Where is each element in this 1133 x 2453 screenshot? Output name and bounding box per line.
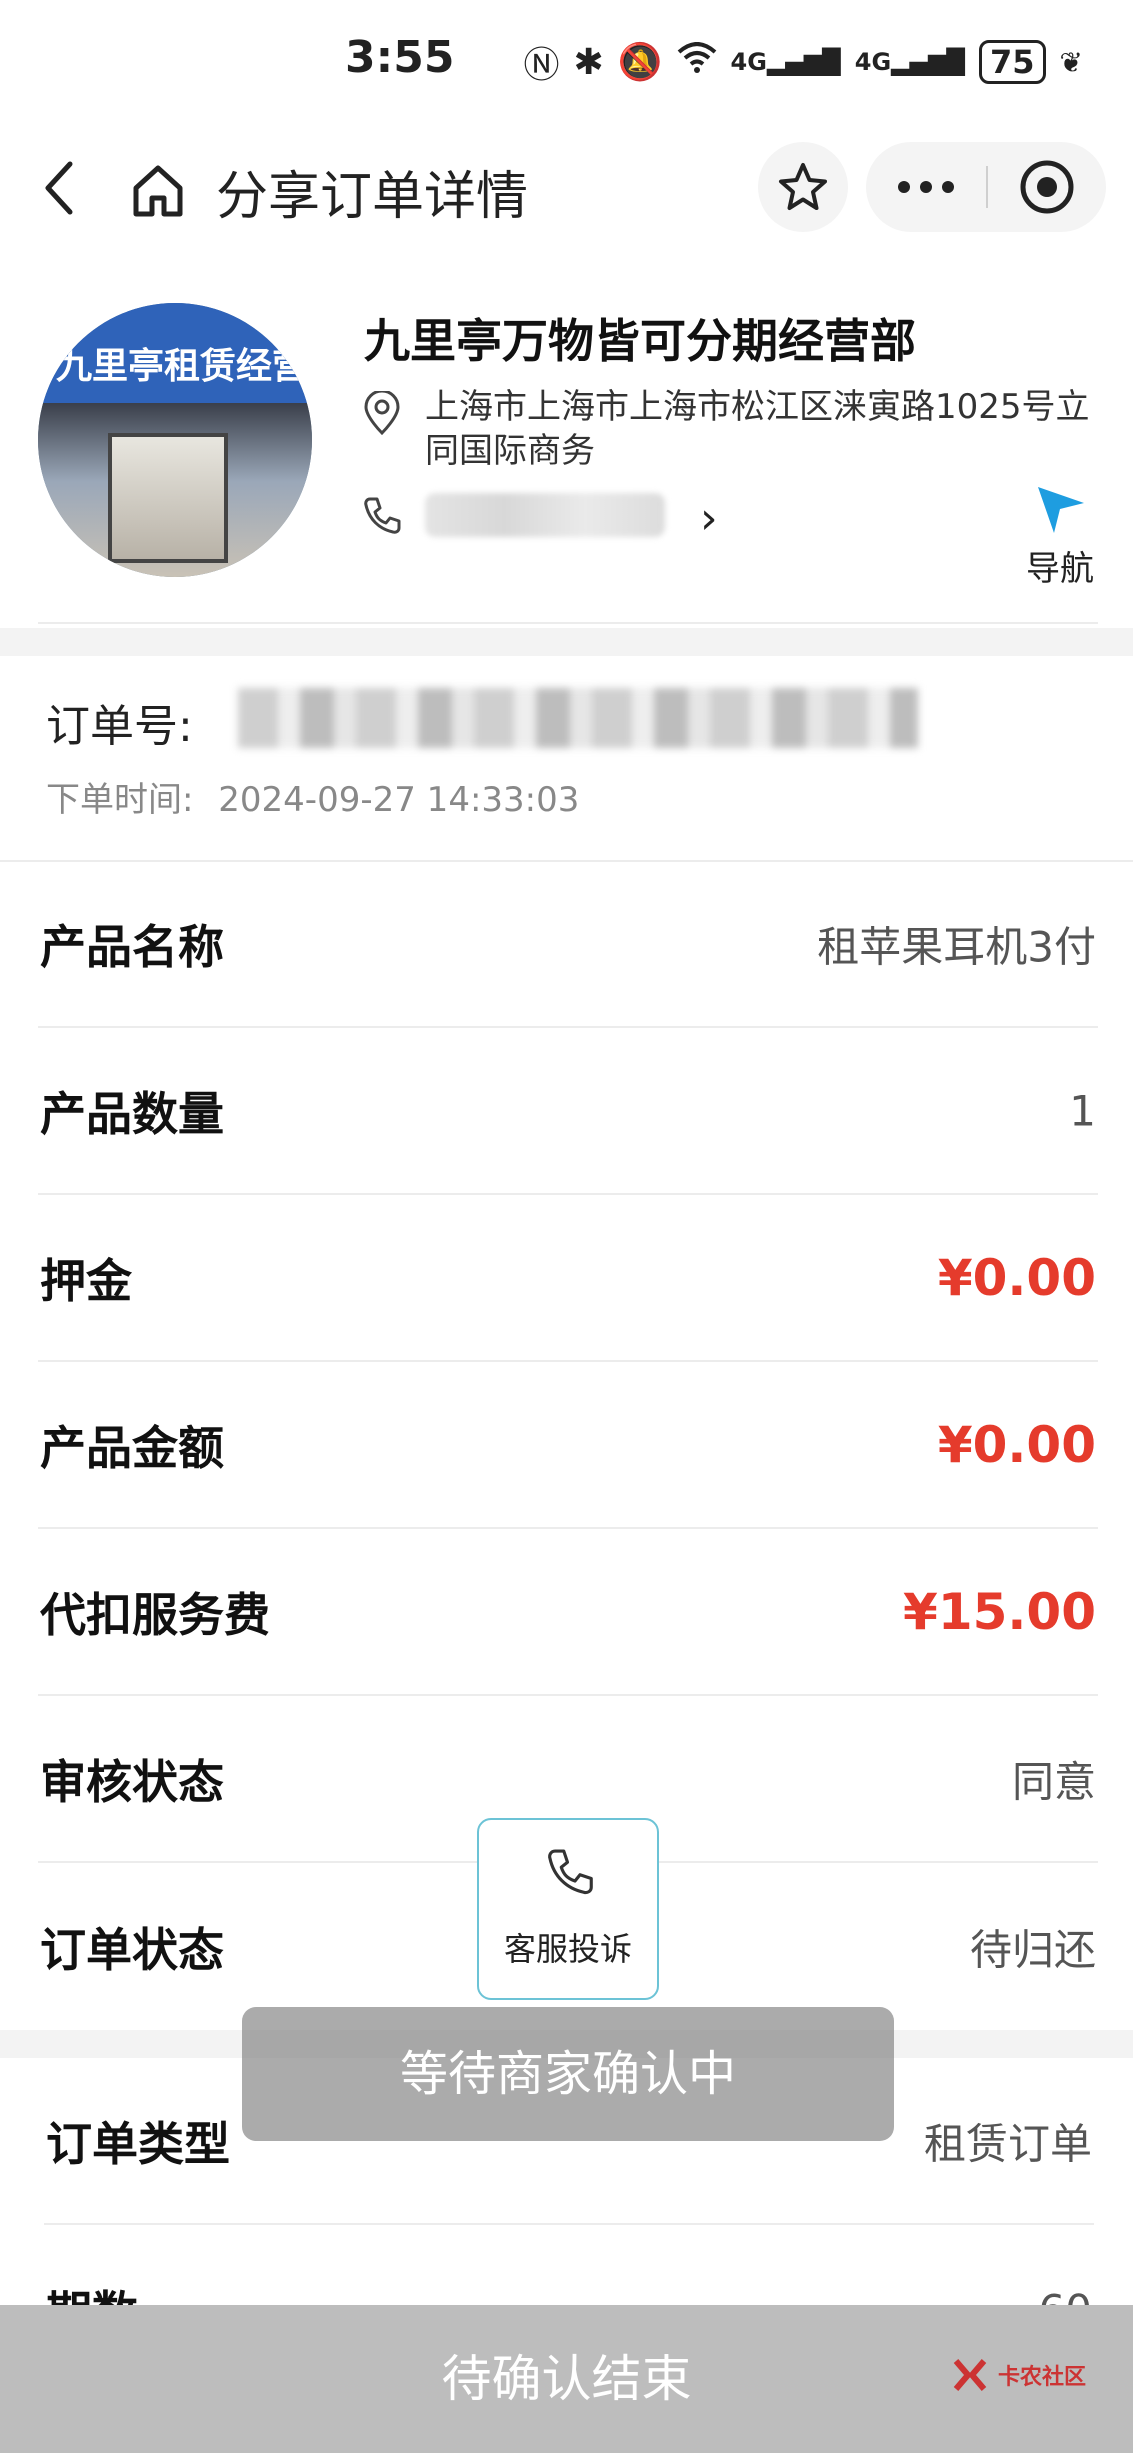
leaf-icon: ❦ bbox=[1059, 45, 1083, 79]
home-icon bbox=[133, 165, 183, 217]
shop-address: 上海市上海市上海市松江区涞寅路1025号立同国际商务 bbox=[425, 387, 1090, 471]
watermark-logo-icon bbox=[953, 2359, 987, 2391]
row-value-price: ¥0.00 bbox=[937, 1415, 1096, 1474]
detail-row-deposit: 押金 ¥0.00 bbox=[38, 1195, 1098, 1362]
watermark: 卡农社区 bbox=[950, 2355, 1086, 2395]
mute-icon: 🔕 bbox=[617, 42, 663, 83]
avatar-door bbox=[108, 433, 228, 563]
row-label: 订单状态 bbox=[40, 1922, 224, 1977]
status-time: 3:55 bbox=[345, 32, 455, 83]
mini-program-capsule bbox=[866, 142, 1106, 232]
order-time-label: 下单时间: bbox=[46, 780, 194, 820]
page-title: 分享订单详情 bbox=[216, 167, 529, 227]
row-label: 产品金额 bbox=[40, 1420, 224, 1475]
row-label: 产品数量 bbox=[40, 1086, 224, 1141]
detail-row-product-amount: 产品金额 ¥0.00 bbox=[38, 1362, 1098, 1529]
navigate-label: 导航 bbox=[1026, 549, 1094, 589]
shop-name: 九里亭万物皆可分期经营部 bbox=[364, 314, 916, 368]
more-icon bbox=[898, 181, 954, 193]
row-value: 租赁订单 bbox=[923, 2119, 1092, 2168]
order-number-label: 订单号: bbox=[46, 701, 193, 752]
section-gap bbox=[0, 628, 1133, 656]
row-label: 押金 bbox=[40, 1253, 132, 1308]
back-button[interactable] bbox=[36, 158, 86, 218]
target-icon bbox=[1020, 160, 1074, 214]
row-value-price: ¥15.00 bbox=[903, 1582, 1096, 1641]
watermark-text: 卡农社区 bbox=[998, 2365, 1087, 2390]
navigation-arrow-icon bbox=[1038, 487, 1084, 533]
close-miniprogram-button[interactable] bbox=[988, 142, 1106, 232]
row-value: 租苹果耳机3付 bbox=[817, 922, 1096, 971]
favorite-button[interactable] bbox=[758, 142, 848, 232]
more-button[interactable] bbox=[866, 142, 986, 232]
signal-label-2: 4G bbox=[854, 48, 892, 76]
navigate-button[interactable]: 导航 bbox=[1020, 481, 1100, 590]
detail-row-product-name: 产品名称 租苹果耳机3付 bbox=[38, 861, 1098, 1028]
battery-icon: 75 bbox=[979, 40, 1046, 84]
order-number-redacted bbox=[238, 688, 918, 748]
shop-card: 九里亭租赁经营部 九里亭万物皆可分期经营部 上海市上海市上海市松江区涞寅路102… bbox=[0, 295, 1133, 625]
customer-service-label: 客服投诉 bbox=[503, 1930, 632, 1968]
location-icon bbox=[362, 389, 402, 436]
vibrate-icon: ✱ bbox=[573, 41, 604, 83]
signal-icon-2: 4G▂▄▆█ bbox=[854, 48, 965, 76]
row-label: 订单类型 bbox=[46, 2116, 230, 2171]
divider bbox=[38, 622, 1098, 624]
row-value: 待归还 bbox=[969, 1925, 1096, 1974]
home-button[interactable] bbox=[128, 160, 188, 220]
row-label: 产品名称 bbox=[40, 919, 224, 974]
shop-phone-redacted[interactable] bbox=[425, 493, 665, 537]
toast-text: 等待商家确认中 bbox=[399, 2046, 736, 2102]
wifi-icon bbox=[677, 41, 717, 83]
signal-label: 4G bbox=[730, 48, 767, 76]
back-arrow-icon bbox=[45, 161, 73, 215]
detail-row-quantity: 产品数量 1 bbox=[38, 1028, 1098, 1195]
nfc-icon: Ⓝ bbox=[523, 45, 560, 86]
toast: 等待商家确认中 bbox=[242, 2007, 894, 2141]
row-label: 审核状态 bbox=[40, 1754, 224, 1809]
row-label: 代扣服务费 bbox=[40, 1587, 270, 1642]
bottom-action-bar[interactable]: 待确认结束 卡农社区 bbox=[0, 2305, 1133, 2453]
order-time: 下单时间: 2024-09-27 14:33:03 bbox=[46, 772, 579, 821]
star-icon bbox=[779, 163, 827, 210]
avatar-sign-text: 九里亭租赁经营部 bbox=[38, 303, 312, 403]
status-bar: 3:55 Ⓝ ✱ 🔕 4G▂▄▆█ 4G▂▄▆█ 75 ❦ bbox=[0, 0, 1133, 125]
phone-icon bbox=[548, 1849, 593, 1895]
nav-bar: 分享订单详情 bbox=[0, 130, 1133, 245]
chevron-right-icon[interactable]: › bbox=[700, 493, 718, 544]
signal-icon: 4G▂▄▆█ bbox=[730, 48, 841, 76]
row-value: 同意 bbox=[1011, 1757, 1096, 1806]
row-value: 1 bbox=[1069, 1086, 1096, 1135]
shop-avatar: 九里亭租赁经营部 bbox=[38, 303, 312, 577]
status-icons: Ⓝ ✱ 🔕 4G▂▄▆█ 4G▂▄▆█ 75 ❦ bbox=[524, 36, 1083, 88]
detail-row-service-fee: 代扣服务费 ¥15.00 bbox=[38, 1529, 1098, 1696]
row-value-price: ¥0.00 bbox=[937, 1248, 1096, 1307]
phone-icon bbox=[362, 495, 402, 535]
order-time-value: 2024-09-27 14:33:03 bbox=[218, 780, 580, 820]
customer-service-button[interactable]: 客服投诉 bbox=[477, 1818, 659, 2000]
